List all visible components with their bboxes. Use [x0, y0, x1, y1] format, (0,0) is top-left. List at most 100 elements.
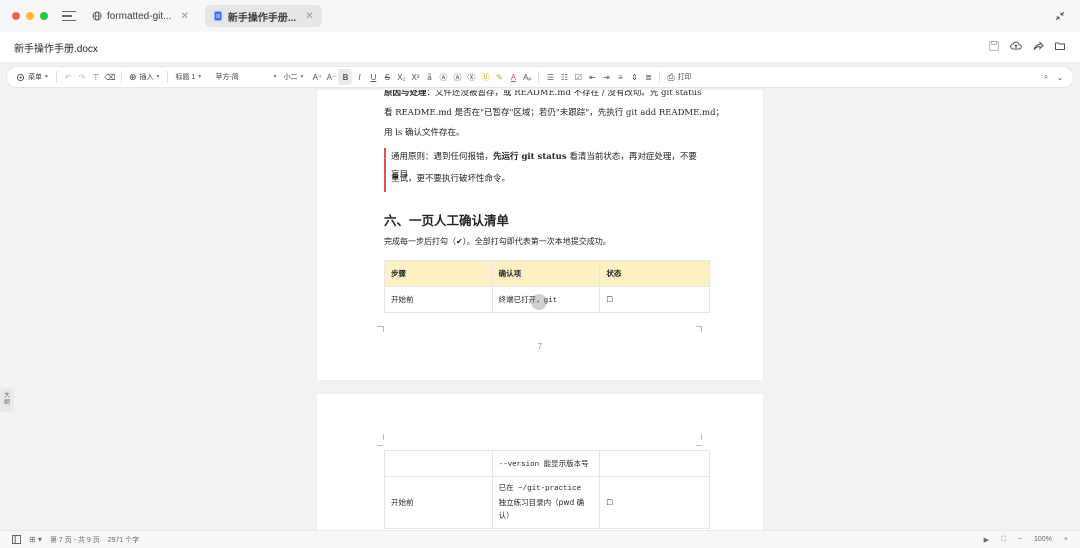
highlight-icon[interactable]: ✎: [492, 69, 506, 85]
document-page[interactable]: --version 能显示版本号 开始前 已在 ~/git-practice 独…: [317, 394, 763, 530]
menu-icon[interactable]: [62, 11, 76, 21]
paragraph: 原因与处理：文件还没被暂存，或 README.md 不存在 / 没有改动。先 g…: [384, 90, 701, 98]
print-label: 打印: [677, 74, 692, 81]
subscript-icon[interactable]: X₂: [394, 69, 408, 85]
format-painter-icon[interactable]: ⊤: [89, 69, 103, 85]
text: 通用原则：遇到任何报错，: [391, 152, 494, 162]
bold-text: 先运行 git status: [493, 152, 567, 162]
indent-icon[interactable]: ⇥: [599, 69, 613, 85]
font-family-select[interactable]: 苹方-简 ▼: [212, 69, 280, 85]
search-icon[interactable]: ⌕: [1039, 69, 1053, 85]
checklist-table-continued[interactable]: --version 能显示版本号 开始前 已在 ~/git-practice 独…: [384, 450, 710, 529]
print-button[interactable]: ⎙ 打印: [664, 69, 694, 85]
bold-icon[interactable]: B: [338, 69, 353, 85]
plus-circle-icon: ⊕: [128, 71, 137, 82]
outline-label: 纲: [3, 400, 10, 406]
table-cell[interactable]: [384, 450, 493, 477]
menu-dropdown[interactable]: 菜单 ▼: [13, 69, 52, 85]
checklist-icon[interactable]: ☑: [571, 69, 585, 85]
numbered-list-icon[interactable]: ☷: [557, 69, 571, 85]
table-cell[interactable]: ☐: [599, 286, 710, 313]
undo-icon[interactable]: ↶: [61, 69, 75, 85]
text-effect-icon[interactable]: Ⓐ: [436, 69, 450, 85]
document-page[interactable]: 原因与处理：文件还没被暂存，或 README.md 不存在 / 没有改动。先 g…: [317, 90, 763, 380]
page-info[interactable]: 第 7 页 - 共 9 页: [50, 535, 100, 545]
checkbox-icon[interactable]: ☐: [606, 295, 613, 304]
table-header-cell[interactable]: 步骤: [384, 260, 493, 287]
table-cell[interactable]: 开始前: [384, 476, 493, 529]
align-icon[interactable]: ≡: [613, 69, 627, 85]
section-heading: 六、一页人工确认清单: [384, 213, 510, 228]
zoom-level[interactable]: 100%: [1034, 536, 1052, 543]
emphasis-icon[interactable]: Ⓧ: [464, 69, 478, 85]
margin-mark: [383, 434, 389, 440]
font-family-value: 苹方-简: [215, 74, 239, 81]
clear-format-icon[interactable]: ⌫: [103, 69, 117, 85]
underline-color-icon[interactable]: Ⓤ: [478, 69, 492, 85]
increase-font-icon[interactable]: A⁺: [310, 69, 324, 85]
layout-view-icon[interactable]: ⊞ ▾: [29, 535, 42, 544]
collapse-icon[interactable]: [1054, 10, 1066, 22]
window-titlebar: formatted-git... ✕ 新手操作手册... ✕: [0, 0, 1080, 32]
fit-width-icon[interactable]: ⛶: [1001, 536, 1006, 544]
menu-label: 菜单: [28, 74, 42, 81]
char-shading-icon[interactable]: Aₚ: [520, 69, 534, 85]
save-icon[interactable]: [988, 40, 1000, 52]
outline-toggle[interactable]: 大 纲: [0, 388, 14, 412]
cell-text: 终端已打开，git: [498, 297, 558, 305]
font-size-select[interactable]: 小二 ▼: [280, 69, 310, 85]
bullet-list-icon[interactable]: ☰: [543, 69, 557, 85]
table-cell[interactable]: [599, 450, 710, 477]
zoom-in-icon[interactable]: +: [1064, 536, 1068, 543]
minimize-window-button[interactable]: [26, 12, 34, 20]
strikethrough-icon[interactable]: S: [380, 69, 394, 85]
phonetic-icon[interactable]: ǟ: [422, 69, 436, 85]
status-bar: ⊞ ▾ 第 7 页 - 共 9 页 2971 个字 ▶ ⛶ − 100% +: [0, 530, 1080, 548]
zoom-out-icon[interactable]: −: [1018, 536, 1022, 543]
decrease-font-icon[interactable]: A⁻: [324, 69, 338, 85]
table-cell[interactable]: ☐: [599, 476, 710, 529]
sidebar-toggle-icon[interactable]: [12, 535, 21, 544]
maximize-window-button[interactable]: [40, 12, 48, 20]
table-row: --version 能显示版本号: [384, 450, 710, 477]
outdent-icon[interactable]: ⇤: [585, 69, 599, 85]
margin-mark: [377, 440, 383, 446]
doc-icon: [214, 11, 222, 21]
checklist-table[interactable]: 步骤 确认项 状态 开始前 终端已打开，git ☐: [384, 260, 710, 313]
tab-close-icon[interactable]: ✕: [180, 11, 188, 22]
settings-icon: [16, 73, 25, 81]
window-controls: [12, 12, 48, 20]
line-spacing-icon[interactable]: ⇕: [627, 69, 641, 85]
close-window-button[interactable]: [12, 12, 20, 20]
checkbox-icon[interactable]: ☐: [606, 498, 613, 507]
callout-line: 通用原则：遇到任何报错，先运行 git status 看清当前状态，再对症处理，…: [391, 148, 704, 180]
play-icon[interactable]: ▶: [984, 536, 989, 544]
table-cell[interactable]: --version 能显示版本号: [491, 450, 601, 477]
table-header-cell[interactable]: 确认项: [491, 260, 601, 287]
insert-dropdown[interactable]: ⊕ 插入 ▼: [126, 69, 164, 85]
char-border-icon[interactable]: Ⓐ: [450, 69, 464, 85]
chevron-down-icon[interactable]: ⌄: [1053, 69, 1067, 85]
folder-icon[interactable]: [1054, 40, 1066, 52]
font-color-icon[interactable]: A: [506, 69, 520, 85]
heading-style-select[interactable]: 标题 1 ▼: [172, 69, 212, 85]
paragraph-icon[interactable]: ≣: [641, 69, 655, 85]
cell-text: 已在 ~/git-practice 独立练习目录内（pwd 确 认）: [499, 483, 594, 522]
table-cell[interactable]: 开始前: [384, 286, 493, 313]
tab-formatted-git[interactable]: formatted-git... ✕: [84, 5, 197, 27]
table-row: 开始前 终端已打开，git ☐: [384, 286, 710, 313]
superscript-icon[interactable]: X²: [408, 69, 422, 85]
italic-icon[interactable]: I: [352, 69, 366, 85]
font-size-value: 小二: [283, 74, 298, 81]
cloud-upload-icon[interactable]: [1010, 40, 1022, 52]
cell-text: --version 能显示版本号: [498, 461, 589, 469]
redo-icon[interactable]: ↷: [75, 69, 89, 85]
underline-icon[interactable]: U: [366, 69, 380, 85]
tab-manual-docx[interactable]: 新手操作手册... ✕: [204, 5, 322, 27]
table-header-cell[interactable]: 状态: [599, 260, 710, 287]
document-canvas[interactable]: 大 纲 原因与处理：文件还没被暂存，或 README.md 不存在 / 没有改动…: [0, 90, 1080, 530]
tab-close-icon[interactable]: ✕: [305, 11, 313, 22]
table-cell[interactable]: 已在 ~/git-practice 独立练习目录内（pwd 确 认）: [491, 476, 601, 529]
word-count[interactable]: 2971 个字: [108, 535, 140, 545]
share-icon[interactable]: [1032, 40, 1044, 52]
